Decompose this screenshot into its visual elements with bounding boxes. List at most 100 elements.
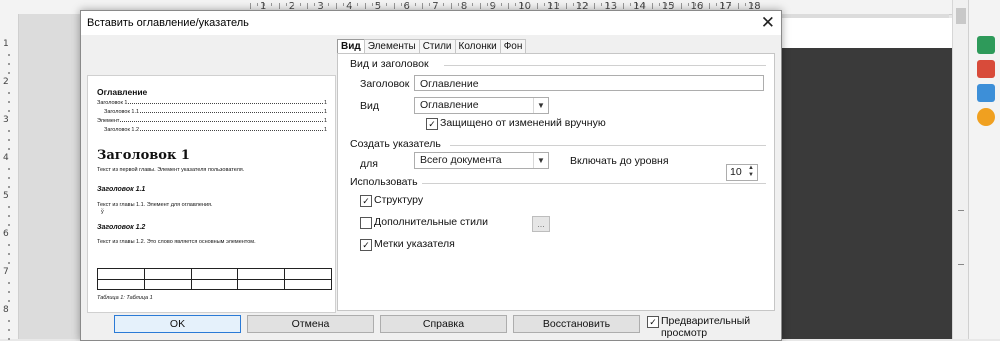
tab-panel: Вид и заголовок Заголовок Оглавление Вид… <box>337 53 775 311</box>
type-select[interactable]: Оглавление ▼ <box>414 97 549 114</box>
ruler-tick <box>8 329 10 331</box>
ruler-tick <box>371 3 373 6</box>
ruler-tick <box>8 139 10 141</box>
ruler-tick <box>558 3 559 6</box>
tab-type[interactable]: Вид <box>337 39 365 54</box>
ruler-tick <box>292 3 294 6</box>
ruler-tick <box>529 3 531 6</box>
ruler-tick <box>8 92 10 94</box>
ruler-tick <box>8 253 10 255</box>
tab-columns[interactable]: Колонки <box>454 39 501 54</box>
ruler-tick <box>400 3 402 6</box>
ruler-tick <box>328 3 330 6</box>
ruler-tick <box>594 3 596 9</box>
navigator-icon[interactable] <box>977 108 995 126</box>
index-marks-checkbox[interactable]: ✓ <box>360 239 372 251</box>
ruler-tick <box>257 3 258 6</box>
ruler-tick <box>414 3 416 6</box>
ruler-tick <box>8 72 10 74</box>
tab-styles[interactable]: Стили <box>418 39 456 54</box>
ruler-number: 2 <box>3 77 9 87</box>
preview-heading11: Заголовок 1.1 <box>97 186 146 193</box>
tab-background[interactable]: Фон <box>499 39 527 54</box>
protected-checkbox[interactable]: ✓ <box>426 118 438 130</box>
preview-heading1: Заголовок 1 <box>97 148 190 163</box>
ruler-tick <box>271 3 272 6</box>
preview-pane: Оглавление Заголовок 11 Заголовок 1.1 1 Э… <box>87 75 336 313</box>
spin-up-icon[interactable]: ▲ <box>746 165 756 172</box>
ruler-tick <box>8 282 10 284</box>
preview-toc-line: Заголовок 11 <box>97 100 327 106</box>
vertical-scrollbar[interactable] <box>952 0 969 339</box>
title-input[interactable]: Оглавление <box>414 75 764 91</box>
ruler-tick <box>537 3 538 9</box>
ruler-tick <box>665 3 667 6</box>
ruler-tick <box>250 3 251 9</box>
cancel-button[interactable]: Отмена <box>247 315 374 333</box>
ruler-tick <box>8 110 10 112</box>
ruler-tick <box>321 3 323 6</box>
preview-caption: Таблица 1: Таблица 1 <box>97 295 153 301</box>
level-label: Включать до уровня <box>570 155 669 167</box>
preview-toc-line: Заголовок 1.2 1 <box>104 127 327 133</box>
additional-styles-button[interactable]: ... <box>532 216 550 232</box>
scope-select[interactable]: Всего документа ▼ <box>414 152 549 169</box>
protected-label: Защищено от изменений вручную <box>440 117 606 129</box>
ruler-tick <box>429 3 431 6</box>
preview-marker: ў <box>101 209 104 215</box>
ok-button[interactable]: OK <box>114 315 241 333</box>
additional-styles-label: Дополнительные стили <box>374 216 488 228</box>
properties-icon[interactable] <box>977 36 995 54</box>
ruler-tick <box>608 3 610 6</box>
ruler-tick <box>264 3 265 6</box>
ruler-tick <box>737 3 739 9</box>
help-button[interactable]: Справка <box>380 315 507 333</box>
type-label: Вид <box>360 100 379 112</box>
preview-text1: Текст из первой главы. Элемент указателя… <box>97 167 245 173</box>
preview-checkbox[interactable]: ✓ <box>647 316 659 328</box>
ruler-tick <box>422 3 424 9</box>
scroll-marker <box>958 210 964 211</box>
scrollbar-thumb[interactable] <box>956 8 966 24</box>
section-divider <box>422 183 766 184</box>
ruler-tick <box>565 3 567 9</box>
ruler-tick <box>651 3 653 9</box>
ruler-tick <box>8 300 10 302</box>
reset-button[interactable]: Восстановить <box>513 315 640 333</box>
ruler-tick <box>8 215 10 217</box>
for-label: для <box>360 158 378 170</box>
ruler-tick <box>8 206 10 208</box>
ruler-number: 3 <box>3 115 9 125</box>
ruler-tick <box>515 3 517 6</box>
ruler-tick <box>658 3 660 6</box>
toc-dialog: Вставить оглавление/указатель ✕ Оглавлен… <box>80 10 782 341</box>
ruler-tick <box>443 3 445 6</box>
ruler-tick <box>378 3 380 6</box>
ruler-tick <box>572 3 574 6</box>
ruler-tick <box>364 3 366 9</box>
ruler-tick <box>8 291 10 293</box>
ruler-tick <box>343 3 345 6</box>
ruler-tick <box>579 3 581 6</box>
index-marks-label: Метки указателя <box>374 238 455 250</box>
structure-checkbox[interactable]: ✓ <box>360 195 372 207</box>
section-divider <box>444 65 766 66</box>
preview-table <box>97 268 332 290</box>
ruler-tick <box>450 3 452 9</box>
ruler-tick <box>385 3 387 6</box>
styles-icon[interactable] <box>977 60 995 78</box>
gallery-icon[interactable] <box>977 84 995 102</box>
ruler-tick <box>644 3 646 6</box>
additional-styles-checkbox[interactable] <box>360 217 372 229</box>
ruler-tick <box>486 3 488 6</box>
chevron-down-icon: ▼ <box>533 98 548 113</box>
level-spinner[interactable]: 10 ▲ ▼ <box>726 164 758 181</box>
tab-entries[interactable]: Элементы <box>363 39 420 54</box>
spin-down-icon[interactable]: ▼ <box>746 172 756 179</box>
structure-label: Структуру <box>374 194 424 206</box>
ruler-tick <box>299 3 301 6</box>
ruler-tick <box>701 3 703 6</box>
ruler-tick <box>8 338 10 340</box>
ruler-number: 5 <box>3 191 9 201</box>
close-icon[interactable]: ✕ <box>761 13 775 33</box>
